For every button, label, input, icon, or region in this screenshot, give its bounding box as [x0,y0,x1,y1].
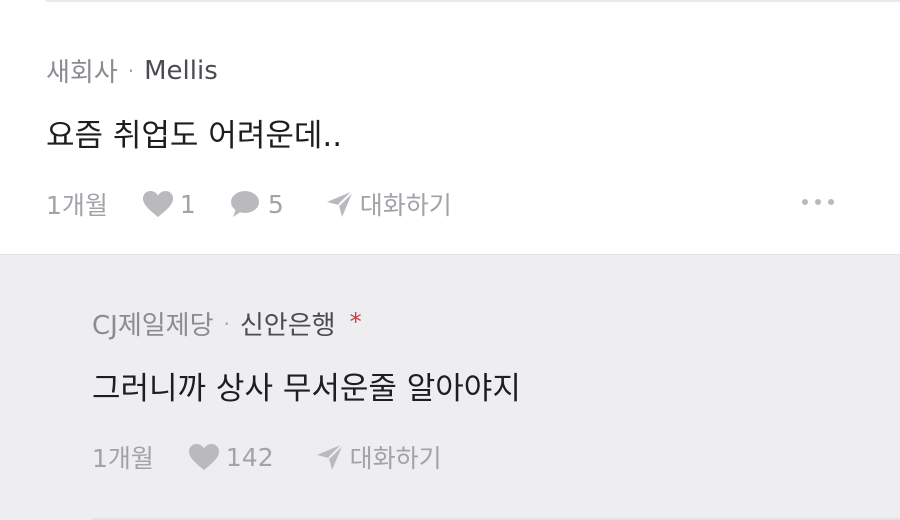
speech-bubble-icon [230,190,260,218]
reply-actions: 1개월 142 대화하기 [92,439,442,475]
chat-label: 대화하기 [349,444,442,473]
heart-icon [142,190,174,218]
heart-icon [188,443,220,471]
reply-meta: CJ제일제당 · 신안은행 * [92,305,362,342]
paper-plane-icon [326,190,354,218]
chat-button[interactable]: 대화하기 [326,186,452,222]
reply-count: 5 [267,189,284,219]
comment-company[interactable]: 새회사 [46,52,118,89]
comment-meta: 새회사 · Mellis [46,52,218,89]
comment-author[interactable]: Mellis [144,56,218,86]
reply-author[interactable]: 신안은행 [240,305,336,342]
reply-time: 1개월 [92,444,154,473]
like-button[interactable]: 142 [188,443,274,472]
comment-actions: 1개월 1 5 대화하기 [46,186,452,222]
more-dots-icon[interactable] [802,199,834,205]
chat-button[interactable]: 대화하기 [316,439,442,475]
like-count: 142 [225,442,274,472]
paper-plane-icon [316,443,344,471]
author-marker: * [349,307,362,336]
reply-text: 그러니까 상사 무서운줄 알아야지 [92,371,521,407]
reply-count-button[interactable]: 5 [230,190,284,219]
meta-separator: · [127,58,135,83]
reply-company[interactable]: CJ제일제당 [92,305,214,342]
like-count: 1 [179,189,196,219]
comment-text: 요즘 취업도 어려운데.. [46,118,343,154]
comment-time: 1개월 [46,191,108,220]
chat-label: 대화하기 [359,191,452,220]
comment: 새회사 · Mellis 요즘 취업도 어려운데.. 1개월 1 5 대화하기 [0,2,900,254]
meta-separator: · [223,311,230,336]
like-button[interactable]: 1 [142,190,196,219]
reply: CJ제일제당 · 신안은행 * 그러니까 상사 무서운줄 알아야지 1개월 14… [0,254,900,520]
